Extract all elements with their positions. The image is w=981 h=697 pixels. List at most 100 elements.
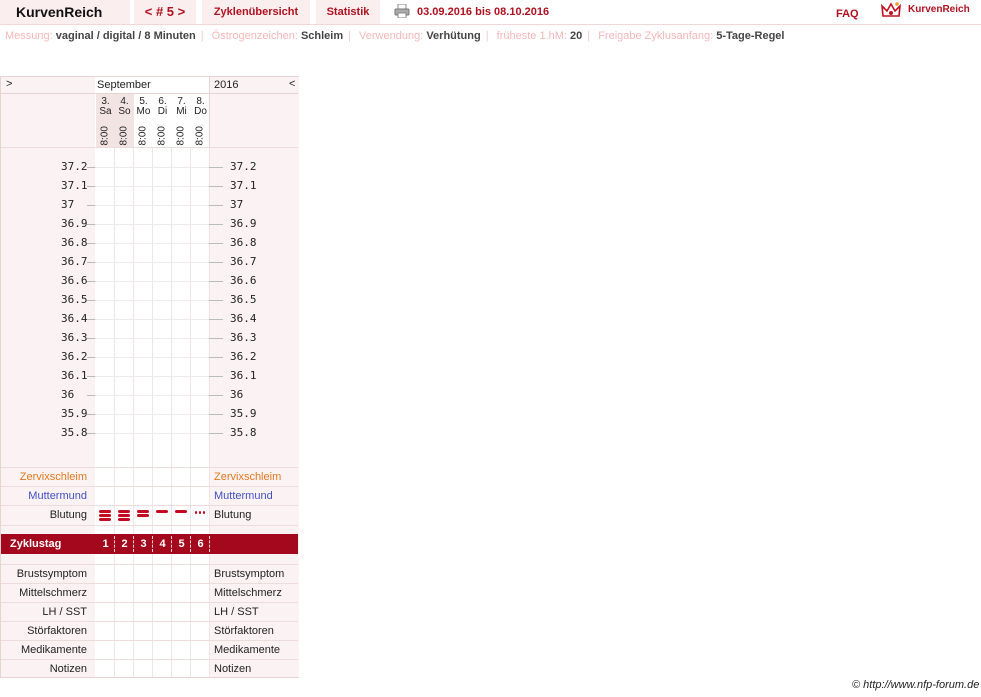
freigabe-label: Freigabe Zyklusanfang: [598,30,714,42]
row-lh-sst[interactable]: LH / SST LH / SST [1,602,298,621]
row-label-right: Medikamente [214,644,281,656]
muttermund-label-left: Muttermund [28,490,87,502]
faq-link[interactable]: FAQ [836,8,859,20]
zyklustag-number: 3 [140,538,147,550]
temp-tick-mark [209,395,223,396]
bleeding-mark [99,518,111,521]
logo-text: KurvenReich [908,4,970,15]
temp-tick-mark [87,186,95,187]
row-label-left: LH / SST [42,606,87,618]
temp-tick-mark [209,414,223,415]
row-label-right: LH / SST [214,606,259,618]
row-label-left: Medikamente [20,644,87,656]
temp-tick-right: 36.7 [230,255,257,268]
muttermund-label-right: Muttermund [214,490,273,502]
blutung-label-right: Blutung [214,509,252,521]
temp-tick-left: 36.2 [61,350,88,363]
day-weekday: Mi [176,106,187,117]
chart-nav-right[interactable]: < [289,78,295,90]
printer-icon[interactable] [394,4,410,18]
bleeding-mark [137,510,149,513]
temp-tick-left: 36.4 [61,312,88,325]
temp-tick-mark [209,300,223,301]
row-label-right: Brustsymptom [214,568,285,580]
temp-tick-mark [209,281,223,282]
temp-tick-left: 36.6 [61,274,88,287]
cycle-settings: Messung: vaginal / digital / 8 Minuten | … [5,30,785,42]
measure-time-label: 8:00 [99,126,111,146]
chart-year: 2016 [214,79,239,91]
bleeding-mark [137,514,149,517]
zyklustag-label: Zyklustag [10,538,62,550]
temp-grid-line [95,319,209,320]
row-st-rfaktoren[interactable]: Störfaktoren Störfaktoren [1,621,298,640]
temp-tick-right: 37.1 [230,179,257,192]
tab-zyklenuebersicht[interactable]: Zyklenübersicht [202,0,310,24]
row-medikamente[interactable]: Medikamente Medikamente [1,640,298,659]
row-label-left: Störfaktoren [27,625,87,637]
temp-tick-left: 36.3 [61,331,88,344]
temp-grid-line [95,357,209,358]
day-weekday: Di [157,106,168,117]
temp-tick-mark [87,262,95,263]
chart-header-row: > September 2016 < [1,77,298,94]
row-brustsymptom[interactable]: Brustsymptom Brustsymptom [1,564,298,583]
chart-nav-left[interactable]: > [6,78,12,90]
temp-tick-right: 36.4 [230,312,257,325]
temp-grid-line [95,376,209,377]
tab-statistik[interactable]: Statistik [316,0,380,24]
zyklustag-number: 5 [178,538,185,550]
temp-tick-mark [209,262,223,263]
row-notizen[interactable]: Notizen Notizen [1,659,298,678]
spotting-dot [203,511,205,514]
temp-tick-mark [87,376,95,377]
temp-tick-mark [87,414,95,415]
verwendung-label: Verwendung: [359,30,424,42]
row-label-right: Störfaktoren [214,625,274,637]
temp-tick-mark [209,186,223,187]
temp-tick-mark [87,205,95,206]
blutung-label-left: Blutung [49,509,87,521]
temp-tick-mark [87,167,95,168]
temp-tick-right: 36.8 [230,236,257,249]
bleeding-mark [156,510,168,513]
temp-tick-mark [209,319,223,320]
temp-tick-left: 37 [61,198,75,211]
temp-tick-mark [209,433,223,434]
temp-tick-mark [87,224,95,225]
zyklustag-number: 2 [121,538,128,550]
temp-tick-mark [87,433,95,434]
hm-value: 20 [570,30,583,42]
temp-tick-mark [87,357,95,358]
freigabe-value: 5-Tage-Regel [716,30,785,42]
measure-time: 8:00 [191,125,210,147]
temp-tick-mark [209,224,223,225]
measure-time-label: 8:00 [194,126,206,146]
temp-grid-line [95,395,209,396]
brand-label: KurvenReich [16,4,103,20]
temp-tick-left: 36.8 [61,236,88,249]
measure-time: 8:00 [172,125,191,147]
verwendung-value: Verhütung [426,30,481,42]
temp-grid-line [95,300,209,301]
temp-tick-left: 35.9 [61,407,88,420]
row-mittelschmerz[interactable]: Mittelschmerz Mittelschmerz [1,583,298,602]
zyklustag-number: 6 [197,538,204,550]
measure-time-label: 8:00 [156,126,168,146]
oestrogen-value: Schleim [300,30,344,42]
row-label-left: Mittelschmerz [19,587,87,599]
brand-title[interactable]: KurvenReich [0,0,130,24]
temp-tick-left: 36.1 [61,369,88,382]
temp-tick-left: 36 [61,388,75,401]
temp-tick-mark [87,281,95,282]
temp-tick-right: 37 [230,198,244,211]
cycle-navigator[interactable]: < # 5 > [134,0,196,24]
measure-time: 8:00 [96,125,115,147]
zyklustag-row: Zyklustag 123456 [1,534,298,554]
bleeding-mark [175,510,187,513]
temp-tick-mark [209,357,223,358]
temp-tick-mark [209,243,223,244]
measure-time: 8:00 [153,125,172,147]
copyright-footer: © http://www.nfp-forum.de [852,679,980,691]
temp-tick-mark [87,243,95,244]
